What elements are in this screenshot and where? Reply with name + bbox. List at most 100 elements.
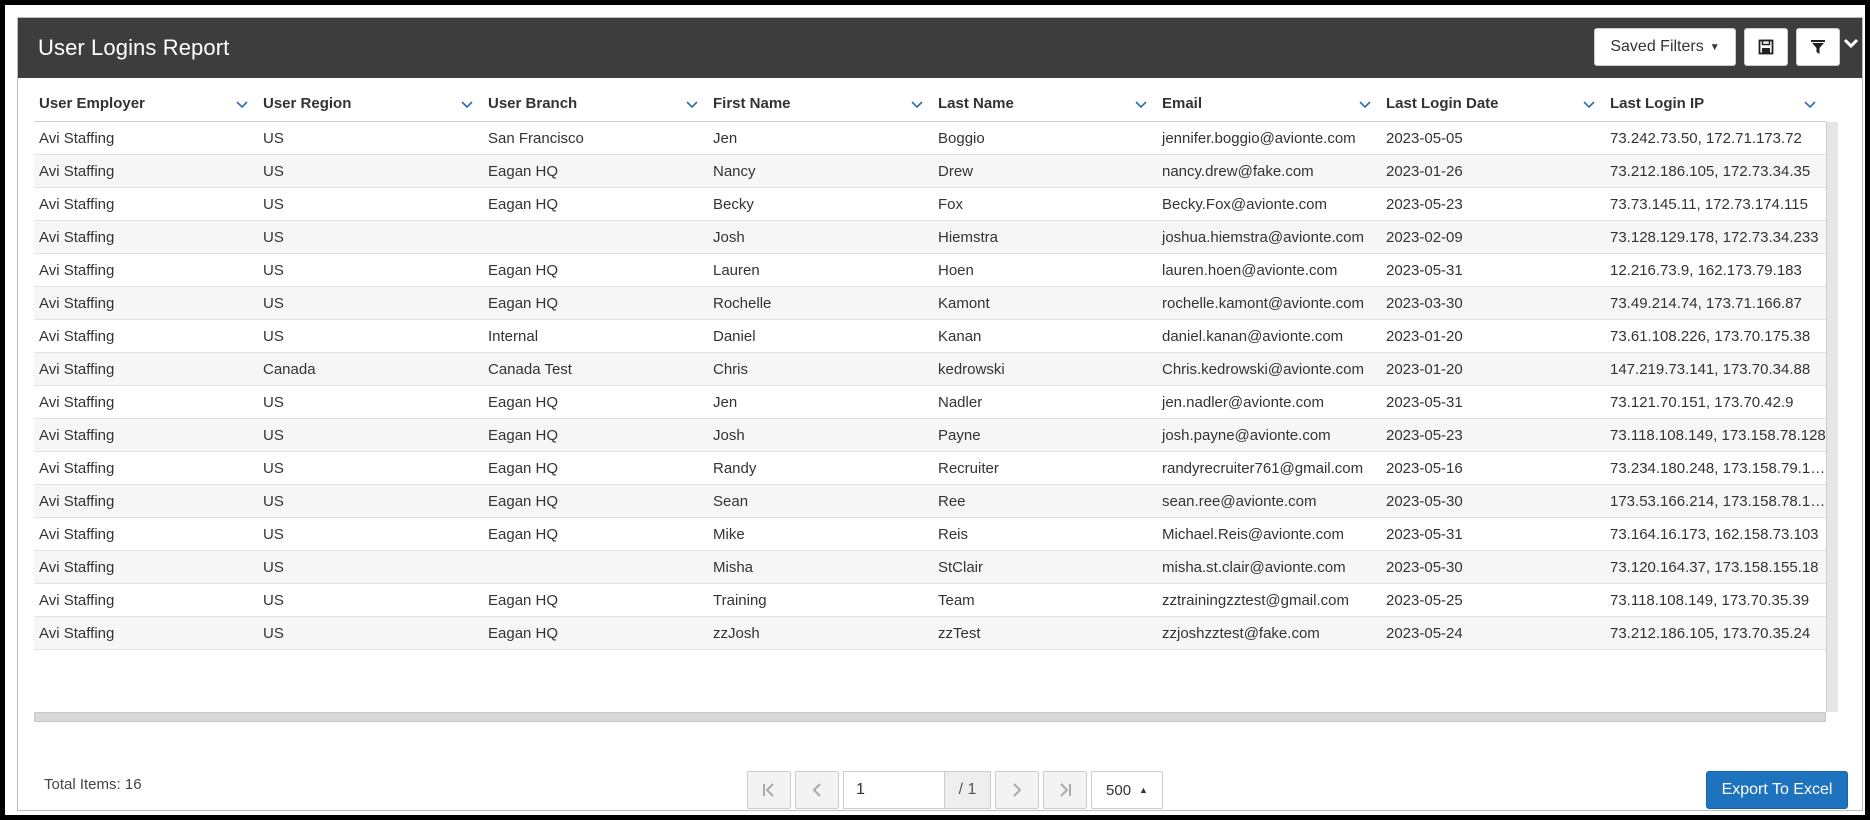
column-header-user-employer[interactable]: User Employer <box>34 86 258 122</box>
column-header-label: Last Name <box>938 95 1014 112</box>
cell-last-name: Team <box>938 592 975 609</box>
cell-last-login-ip: 73.128.129.178, 172.73.34.233 <box>1610 229 1819 246</box>
filter-button[interactable] <box>1796 28 1840 66</box>
last-page-button[interactable] <box>1043 771 1087 809</box>
cell-first-name: Nancy <box>713 163 756 180</box>
table-row[interactable]: Avi Staffing US Eagan HQ Becky Fox Becky.Fox@… <box>34 188 1826 221</box>
cell-last-name: Nadler <box>938 394 983 411</box>
table-row[interactable]: Avi Staffing US San Francisco Jen Boggio jenn… <box>34 122 1826 155</box>
cell-last-login-ip: 73.49.214.74, 173.71.166.87 <box>1610 295 1802 312</box>
previous-page-button[interactable] <box>795 771 839 809</box>
chevron-down-icon[interactable] <box>236 98 248 110</box>
cell-last-login-date: 2023-05-25 <box>1386 592 1463 609</box>
cell-last-login-ip: 73.118.108.149, 173.158.78.128 <box>1610 427 1826 444</box>
chevron-down-icon[interactable] <box>686 98 698 110</box>
cell-last-login-date: 2023-05-31 <box>1386 526 1463 543</box>
vertical-scrollbar[interactable] <box>1826 122 1838 712</box>
cell-email: Becky.Fox@avionte.com <box>1162 196 1328 213</box>
table-row[interactable]: Avi Staffing US Eagan HQ Rochelle Kamont roch… <box>34 287 1826 320</box>
save-filter-button[interactable] <box>1744 28 1788 66</box>
column-header-label: Last Login IP <box>1610 95 1705 112</box>
column-header-last-name[interactable]: Last Name <box>933 86 1157 122</box>
cell-first-name: Jen <box>713 130 738 147</box>
caret-down-icon: ▼ <box>1709 41 1720 53</box>
table-row[interactable]: Avi Staffing US Eagan HQ Mike Reis Michael.Re… <box>34 518 1826 551</box>
chevron-down-icon[interactable] <box>461 98 473 110</box>
next-page-button[interactable] <box>995 771 1039 809</box>
chevron-down-icon[interactable] <box>1135 98 1147 110</box>
cell-last-login-date: 2023-05-05 <box>1386 130 1463 147</box>
cell-last-name: Ree <box>938 493 966 510</box>
column-header-last-login-date[interactable]: Last Login Date <box>1381 86 1605 122</box>
total-items: Total Items: 16 <box>44 776 142 793</box>
cell-user-region: US <box>263 625 284 642</box>
cell-user-region: US <box>263 559 284 576</box>
table-row[interactable]: Avi Staffing US Eagan HQ Lauren Hoen lauren.h… <box>34 254 1826 287</box>
export-to-excel-button[interactable]: Export To Excel <box>1706 771 1848 809</box>
funnel-icon <box>1811 40 1825 54</box>
table-row[interactable]: Avi Staffing US Josh Hiemstra joshua.hiemstr… <box>34 221 1826 254</box>
cell-first-name: Jen <box>713 394 738 411</box>
table-row[interactable]: Avi Staffing US Eagan HQ Nancy Drew nancy.dre… <box>34 155 1826 188</box>
column-header-email[interactable]: Email <box>1157 86 1381 122</box>
cell-last-name: Drew <box>938 163 974 180</box>
cell-user-branch: Internal <box>488 328 539 345</box>
table-row[interactable]: Avi Staffing Canada Canada Test Chris kedrow… <box>34 353 1826 386</box>
report-grid: User Employer User Region User Branch First… <box>34 86 1848 766</box>
cell-user-region: Canada <box>263 361 316 378</box>
cell-email: josh.payne@avionte.com <box>1162 427 1331 444</box>
cell-last-login-ip: 73.242.73.50, 172.71.173.72 <box>1610 130 1802 147</box>
cell-first-name: Josh <box>713 229 745 246</box>
cell-user-region: US <box>263 328 284 345</box>
cell-user-employer: Avi Staffing <box>39 130 115 147</box>
page-number-input[interactable] <box>843 771 944 809</box>
table-row[interactable]: Avi Staffing US Eagan HQ zzJosh zzTest zzjosh… <box>34 617 1826 650</box>
table-row[interactable]: Avi Staffing US Eagan HQ Randy Recruiter rand… <box>34 452 1826 485</box>
cell-user-branch: Eagan HQ <box>488 262 559 279</box>
column-header-user-branch[interactable]: User Branch <box>483 86 708 122</box>
column-header-label: User Branch <box>488 95 578 112</box>
cell-last-login-date: 2023-03-30 <box>1386 295 1463 312</box>
cell-first-name: zzJosh <box>713 625 760 642</box>
cell-last-name: Boggio <box>938 130 985 147</box>
window-frame: User Logins Report Saved Filters ▼ User … <box>0 0 1870 820</box>
cell-last-login-ip: 73.121.70.151, 173.70.42.9 <box>1610 394 1794 411</box>
cell-user-branch <box>483 221 708 254</box>
chevron-down-icon[interactable] <box>1804 98 1816 110</box>
cell-user-employer: Avi Staffing <box>39 394 115 411</box>
cell-last-login-ip: 12.216.73.9, 162.173.79.183 <box>1610 262 1802 279</box>
cell-user-region: US <box>263 130 284 147</box>
chevron-down-icon[interactable] <box>911 98 923 110</box>
table-row[interactable]: Avi Staffing US Eagan HQ Josh Payne josh.payn… <box>34 419 1826 452</box>
cell-last-login-ip: 173.53.166.214, 173.158.78.148 <box>1610 493 1826 510</box>
horizontal-scrollbar[interactable] <box>34 712 1826 722</box>
cell-first-name: Daniel <box>713 328 756 345</box>
column-header-first-name[interactable]: First Name <box>708 86 933 122</box>
chevron-down-icon[interactable] <box>1359 98 1371 110</box>
cell-last-login-ip: 73.212.186.105, 172.73.34.35 <box>1610 163 1811 180</box>
cell-email: zzjoshzztest@fake.com <box>1162 625 1320 642</box>
column-header-last-login-ip[interactable]: Last Login IP <box>1605 86 1826 122</box>
chevron-down-icon[interactable] <box>1583 98 1595 110</box>
cell-user-employer: Avi Staffing <box>39 295 115 312</box>
cell-last-login-ip: 73.234.180.248, 173.158.79.126 <box>1610 460 1826 477</box>
table-row[interactable]: Avi Staffing US Internal Daniel Kanan daniel.… <box>34 320 1826 353</box>
chevron-down-icon[interactable] <box>1843 34 1859 55</box>
cell-user-region: US <box>263 229 284 246</box>
table-row[interactable]: Avi Staffing US Eagan HQ Jen Nadler jen.nadle… <box>34 386 1826 419</box>
cell-last-name: kedrowski <box>938 361 1005 378</box>
caret-up-icon: ▲ <box>1139 785 1148 795</box>
cell-user-employer: Avi Staffing <box>39 559 115 576</box>
table-row[interactable]: Avi Staffing US Eagan HQ Training Team zztrai… <box>34 584 1826 617</box>
saved-filters-button[interactable]: Saved Filters ▼ <box>1594 28 1736 66</box>
table-row[interactable]: Avi Staffing US Eagan HQ Sean Ree sean.ree@av… <box>34 485 1826 518</box>
cell-last-login-ip: 73.120.164.37, 173.158.155.18 <box>1610 559 1819 576</box>
cell-email: jennifer.boggio@avionte.com <box>1162 130 1356 147</box>
cell-user-region: US <box>263 196 284 213</box>
cell-email: daniel.kanan@avionte.com <box>1162 328 1344 345</box>
table-row[interactable]: Avi Staffing US Misha StClair misha.st.clair… <box>34 551 1826 584</box>
first-page-button[interactable] <box>747 771 791 809</box>
cell-user-region: US <box>263 526 284 543</box>
column-header-user-region[interactable]: User Region <box>258 86 483 122</box>
page-size-select[interactable]: 500 ▲ <box>1091 771 1163 809</box>
